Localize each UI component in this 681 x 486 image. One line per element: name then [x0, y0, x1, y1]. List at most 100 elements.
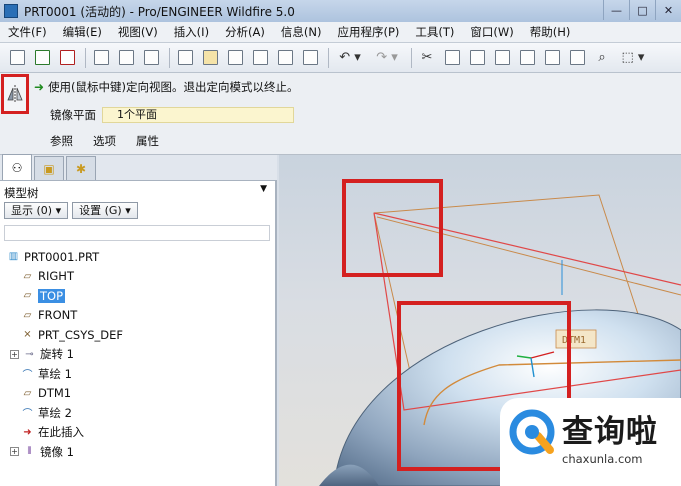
- close-button[interactable]: ✕: [655, 0, 681, 20]
- shape-icon: [544, 50, 560, 65]
- search-button[interactable]: ⌕: [591, 47, 613, 69]
- menu-help[interactable]: 帮助(H): [522, 24, 579, 40]
- model-tree-header: 模型树: [4, 186, 39, 200]
- tree-item[interactable]: ▱ DTM1: [0, 384, 275, 404]
- paste-button[interactable]: [466, 47, 488, 69]
- navigator-tabs: ⚇ ▣ ✱: [0, 154, 277, 181]
- tab-properties[interactable]: 属性: [136, 133, 159, 149]
- part-icon: ▥: [8, 251, 19, 263]
- insert-here-arrow-icon: ➜: [23, 426, 32, 438]
- menu-window[interactable]: 窗口(W): [462, 24, 521, 40]
- show-button[interactable]: 显示 (0) ▾: [4, 202, 69, 219]
- tree-item[interactable]: + ⫴ 镜像 1: [0, 442, 275, 462]
- tree-item[interactable]: ▥ PRT0001.PRT: [0, 247, 275, 267]
- tree-menu-dropdown[interactable]: ▼: [260, 184, 267, 194]
- datum-plane-icon: ▱: [23, 290, 32, 302]
- datum-plane-icon: ▱: [23, 387, 32, 399]
- shape-tool-button[interactable]: [541, 47, 563, 69]
- select-box-button[interactable]: ⬚ ▾: [616, 47, 650, 69]
- favorites-icon: ✱: [75, 161, 87, 176]
- tab-folder-browser[interactable]: ▣: [34, 156, 64, 180]
- undo-button[interactable]: ↶ ▾: [333, 47, 367, 69]
- copy-geometry-button[interactable]: [516, 47, 538, 69]
- tree-item[interactable]: ➜ 在此插入: [0, 423, 275, 443]
- paste-special-button[interactable]: [491, 47, 513, 69]
- table-button[interactable]: [566, 47, 588, 69]
- app-icon: [4, 4, 18, 18]
- tree-filter-field[interactable]: [4, 225, 270, 241]
- expand-toggle-icon[interactable]: +: [10, 349, 19, 359]
- new-window-button[interactable]: [6, 47, 28, 69]
- mirror-tool-button[interactable]: [1, 74, 29, 114]
- tree-item[interactable]: ▱ TOP: [0, 286, 275, 306]
- tree-item[interactable]: ⌒ 草绘 2: [0, 403, 275, 423]
- mirror-plane-label: 镜像平面: [50, 108, 96, 122]
- hint-text: 使用(鼠标中键)定向视图。退出定向模式以终止。: [48, 80, 299, 94]
- model-tree-icon: ⚇: [11, 160, 23, 175]
- tree-item[interactable]: + ⊸ 旋转 1: [0, 345, 275, 365]
- menu-edit[interactable]: 编辑(E): [55, 24, 110, 40]
- find-button[interactable]: [140, 47, 162, 69]
- tree-item-label: RIGHT: [38, 269, 74, 284]
- regenerate-icon: [93, 50, 109, 65]
- highlight-box-top: [342, 179, 443, 277]
- tree-item[interactable]: ⌒ 草绘 1: [0, 364, 275, 384]
- mirror-plane-collector[interactable]: 1个平面: [102, 107, 294, 123]
- maximize-button[interactable]: □: [629, 0, 655, 20]
- datum-plane-icon: ▱: [23, 309, 32, 321]
- tab-model-tree[interactable]: ⚇: [2, 154, 32, 180]
- new-file-button[interactable]: [174, 47, 196, 69]
- menu-tools[interactable]: 工具(T): [407, 24, 462, 40]
- email-icon: [277, 50, 293, 65]
- menu-applications[interactable]: 应用程序(P): [329, 24, 407, 40]
- navigator-panel: ⚇ ▣ ✱ 模型树 ▼ 显示 (0) ▾ 设置 (G) ▾ ▥ PRT0001.P…: [0, 154, 277, 486]
- settings-button[interactable]: 设置 (G) ▾: [72, 202, 138, 219]
- tree-item-label: 草绘 1: [38, 366, 72, 381]
- revolve-icon: ⊸: [25, 348, 34, 360]
- menu-analysis[interactable]: 分析(A): [217, 24, 273, 40]
- tree-item-label: FRONT: [38, 308, 78, 323]
- datum-plane-right: [376, 216, 681, 296]
- tree-item[interactable]: ▱ FRONT: [0, 306, 275, 326]
- toolbar-separator: [328, 47, 329, 68]
- menu-insert[interactable]: 插入(I): [166, 24, 217, 40]
- save-button[interactable]: [224, 47, 246, 69]
- email-button[interactable]: [274, 47, 296, 69]
- expand-toggle-icon[interactable]: +: [10, 447, 19, 457]
- check-window-icon: [34, 50, 50, 65]
- menu-bar: 文件(F) 编辑(E) 视图(V) 插入(I) 分析(A) 信息(N) 应用程序…: [0, 22, 681, 43]
- activate-window-button[interactable]: [31, 47, 53, 69]
- menu-view[interactable]: 视图(V): [110, 24, 166, 40]
- close-window-button[interactable]: [56, 47, 78, 69]
- redo-button[interactable]: ↷ ▾: [370, 47, 404, 69]
- tab-favorites[interactable]: ✱: [66, 156, 96, 180]
- tab-references[interactable]: 参照: [50, 133, 73, 149]
- regenerate-button[interactable]: [90, 47, 112, 69]
- watermark-text: 查询啦: [562, 414, 658, 450]
- tree-item-label: DTM1: [38, 386, 72, 401]
- email-link-button[interactable]: [299, 47, 321, 69]
- scissors-icon: ✂: [421, 50, 433, 65]
- watermark-url: chaxunla.com: [562, 452, 643, 466]
- datum-tag-label: DTM1: [562, 335, 586, 346]
- menu-info[interactable]: 信息(N): [273, 24, 330, 40]
- main-toolbar: ↶ ▾ ↷ ▾ ✂ ⌕ ⬚ ▾: [0, 43, 681, 73]
- cut-button[interactable]: ✂: [416, 47, 438, 69]
- email-link-icon: [302, 50, 318, 65]
- tab-options[interactable]: 选项: [93, 133, 116, 149]
- copy-button[interactable]: [441, 47, 463, 69]
- title-bar: PRT0001 (活动的) - Pro/ENGINEER Wildfire 5.…: [0, 0, 681, 22]
- mirror-icon: [7, 85, 23, 103]
- print-button[interactable]: [249, 47, 271, 69]
- selection-box-icon: ⬚ ▾: [621, 50, 645, 65]
- menu-file[interactable]: 文件(F): [0, 24, 55, 40]
- new-file-icon: [177, 50, 193, 65]
- save-icon: [227, 50, 243, 65]
- datum-plane-icon: ▱: [23, 270, 32, 282]
- tree-item[interactable]: ▱ RIGHT: [0, 267, 275, 287]
- minimize-button[interactable]: —: [603, 0, 629, 20]
- dashboard-tabs: 参照 选项 属性: [50, 133, 179, 149]
- tree-item[interactable]: ⨯ PRT_CSYS_DEF: [0, 325, 275, 345]
- regen-manager-button[interactable]: [115, 47, 137, 69]
- open-file-button[interactable]: [199, 47, 221, 69]
